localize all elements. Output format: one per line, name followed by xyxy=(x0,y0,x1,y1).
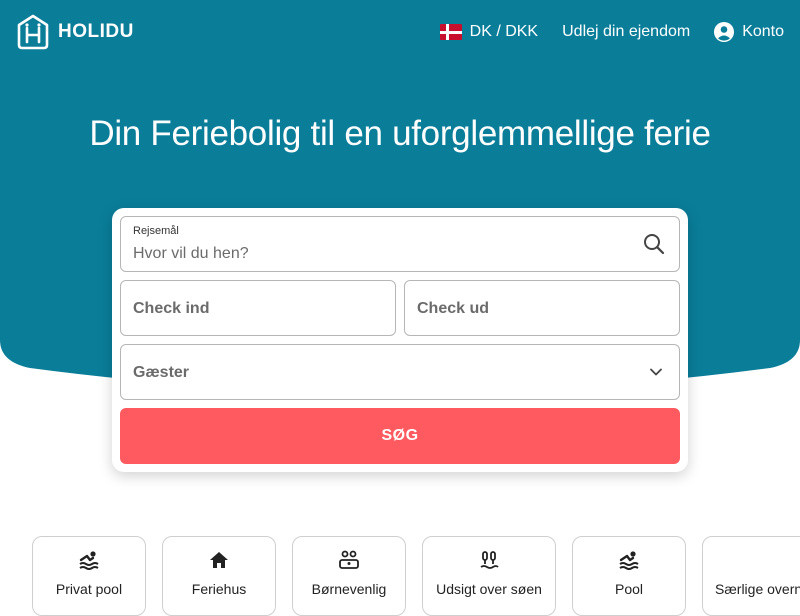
category-label: Feriehus xyxy=(191,581,247,597)
locale-selector[interactable]: DK / DKK xyxy=(439,23,539,41)
list-property-link[interactable]: Udlej din ejendom xyxy=(562,23,690,41)
checkin-field[interactable]: Check ind xyxy=(120,280,396,336)
category-label: Udsigt over søen xyxy=(436,581,542,597)
search-icon[interactable] xyxy=(643,233,665,255)
swimmer-icon xyxy=(78,549,100,571)
guests-select[interactable]: Gæster xyxy=(120,344,680,400)
category-label: Børnevenlig xyxy=(311,581,387,597)
checkout-field[interactable]: Check ud xyxy=(404,280,680,336)
checkin-placeholder: Check ind xyxy=(133,300,210,317)
hero-headline: Din Feriebolig til en uforglemmellige fe… xyxy=(89,114,711,153)
checkout-placeholder: Check ud xyxy=(417,300,490,317)
category-chip-holiday-home[interactable]: Feriehus xyxy=(162,536,276,616)
search-button[interactable]: SØG xyxy=(120,408,680,464)
category-chip-family-friendly[interactable]: Børnevenlig xyxy=(292,536,406,616)
denmark-flag-icon xyxy=(439,24,462,40)
top-header: HOLIDU DK / DKK Udlej din ejendom Konto xyxy=(0,0,800,64)
destination-placeholder: Hvor vil du hen? xyxy=(133,245,249,262)
search-card: Rejsemål Hvor vil du hen? Check ind Chec… xyxy=(112,208,688,472)
lake-view-icon xyxy=(479,549,499,571)
category-chip-private-pool[interactable]: Privat pool xyxy=(32,536,146,616)
category-label: Privat pool xyxy=(55,581,123,597)
category-chip-special-stays[interactable]: Særlige overnatninger xyxy=(702,536,800,616)
category-chip-lake-view[interactable]: Udsigt over søen xyxy=(422,536,556,616)
account-label: Konto xyxy=(742,23,784,40)
category-label: Pool xyxy=(614,581,644,597)
category-row: Privat pool Feriehus Børnevenlig Udsigt … xyxy=(32,536,800,616)
chevron-down-icon xyxy=(650,368,662,376)
user-icon xyxy=(714,22,735,42)
special-stay-icon xyxy=(795,549,800,571)
logo-text: HOLIDU xyxy=(58,21,134,42)
list-property-label: Udlej din ejendom xyxy=(562,23,691,40)
holidu-logo-icon xyxy=(17,14,49,50)
family-icon xyxy=(338,549,360,571)
holidu-logo[interactable]: HOLIDU xyxy=(16,14,134,50)
house-icon xyxy=(209,549,229,571)
guests-placeholder: Gæster xyxy=(133,364,190,381)
category-label: Særlige overnatninger xyxy=(715,581,800,597)
category-chip-pool[interactable]: Pool xyxy=(572,536,686,616)
locale-label: DK / DKK xyxy=(469,23,539,40)
header-nav: DK / DKK Udlej din ejendom Konto xyxy=(439,22,784,42)
swimmer-icon xyxy=(618,549,640,571)
account-button[interactable]: Konto xyxy=(714,22,784,42)
destination-label: Rejsemål xyxy=(133,225,179,237)
destination-field[interactable]: Rejsemål Hvor vil du hen? xyxy=(120,216,680,272)
